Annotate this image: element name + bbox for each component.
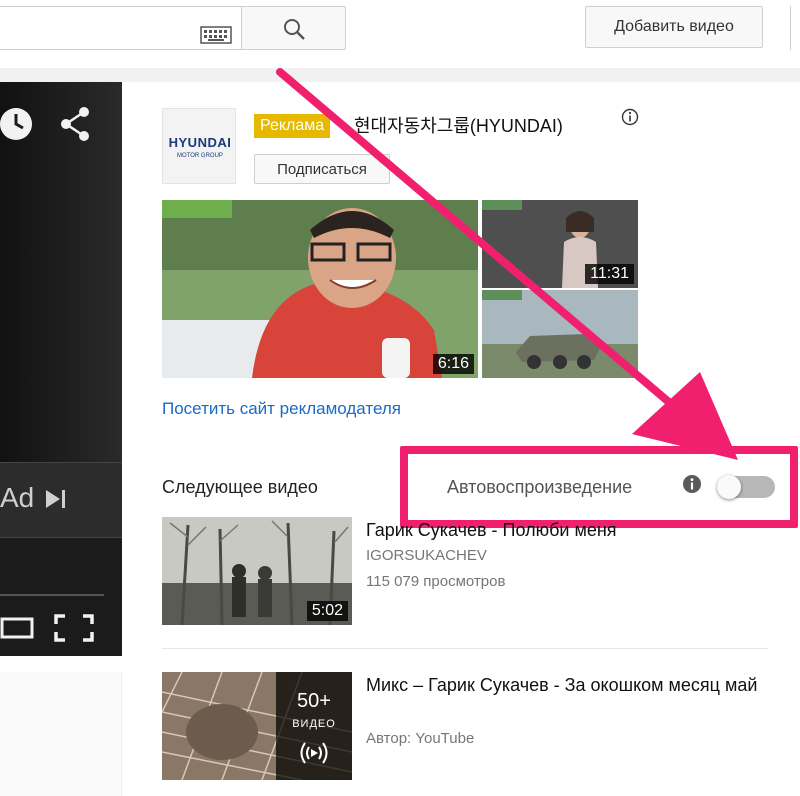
video-title[interactable]: Микс – Гарик Сукачев - За окошком месяц … xyxy=(366,672,766,698)
search-icon xyxy=(284,19,305,40)
mix-overlay: 50+ ВИДЕО xyxy=(276,672,352,780)
miniplayer-icon[interactable] xyxy=(0,616,34,640)
header-divider xyxy=(0,68,800,82)
ad-thumbnail-image xyxy=(162,200,478,378)
duration-badge-2: 11:31 xyxy=(585,264,634,284)
skip-icon[interactable] xyxy=(44,488,68,510)
player-below-area xyxy=(0,672,122,796)
topbar-edge xyxy=(790,6,800,50)
mix-video-label: ВИДЕО xyxy=(292,718,336,730)
ad-thumbnail-image-3 xyxy=(482,290,638,378)
fullscreen-icon[interactable] xyxy=(54,614,94,642)
video-title[interactable]: Гарик Сукачев - Полюби меня xyxy=(366,517,766,543)
list-divider xyxy=(162,648,768,649)
autoplay-highlight-box xyxy=(400,446,798,528)
list-item[interactable]: 5:02 Гарик Сукачев - Полюби меня IGORSUK… xyxy=(162,517,772,627)
clock-icon[interactable] xyxy=(0,106,36,142)
advertiser-logo[interactable]: HYUNDAI MOTOR GROUP xyxy=(162,108,236,184)
logo-subtext: MOTOR GROUP xyxy=(177,153,223,159)
video-thumbnail[interactable]: 5:02 xyxy=(162,517,352,625)
search-input[interactable] xyxy=(0,6,242,50)
top-bar: Добавить видео xyxy=(0,0,800,68)
video-player[interactable]: Ad xyxy=(0,82,122,656)
keyboard-icon[interactable] xyxy=(200,26,232,44)
upload-video-button[interactable]: Добавить видео xyxy=(585,6,763,48)
advertiser-channel-name[interactable]: 현대자동차그룹(HYUNDAI) xyxy=(354,112,563,138)
ad-video-thumbnail-2[interactable]: 11:31 xyxy=(482,200,638,288)
ad-label: Ad xyxy=(0,482,35,513)
info-icon[interactable] xyxy=(621,108,639,126)
ad-video-thumbnail[interactable]: 6:16 xyxy=(162,200,478,378)
ad-badge: Реклама xyxy=(254,114,331,138)
ad-video-thumbnail-3[interactable] xyxy=(482,290,638,378)
up-next-title: Следующее видео xyxy=(162,477,318,497)
video-channel[interactable]: IGORSUKACHEV xyxy=(366,547,487,564)
share-icon[interactable] xyxy=(58,106,92,142)
duration-badge: 6:16 xyxy=(432,354,474,374)
video-views: 115 079 просмотров xyxy=(366,573,506,590)
video-thumbnail[interactable]: 50+ ВИДЕО xyxy=(162,672,352,780)
search-button[interactable] xyxy=(242,6,346,50)
subscribe-button[interactable]: Подписаться xyxy=(254,154,390,184)
mix-count: 50+ xyxy=(297,690,331,712)
progress-bar[interactable] xyxy=(0,594,104,596)
duration-badge: 5:02 xyxy=(306,601,348,621)
list-item[interactable]: 50+ ВИДЕО Микс – Гарик Сукачев - За окош… xyxy=(162,672,772,782)
logo-text: HYUNDAI xyxy=(168,135,232,150)
mix-radio-icon xyxy=(300,742,328,764)
visit-advertiser-link[interactable]: Посетить сайт рекламодателя xyxy=(162,399,401,419)
video-channel[interactable]: Автор: YouTube xyxy=(366,730,474,747)
